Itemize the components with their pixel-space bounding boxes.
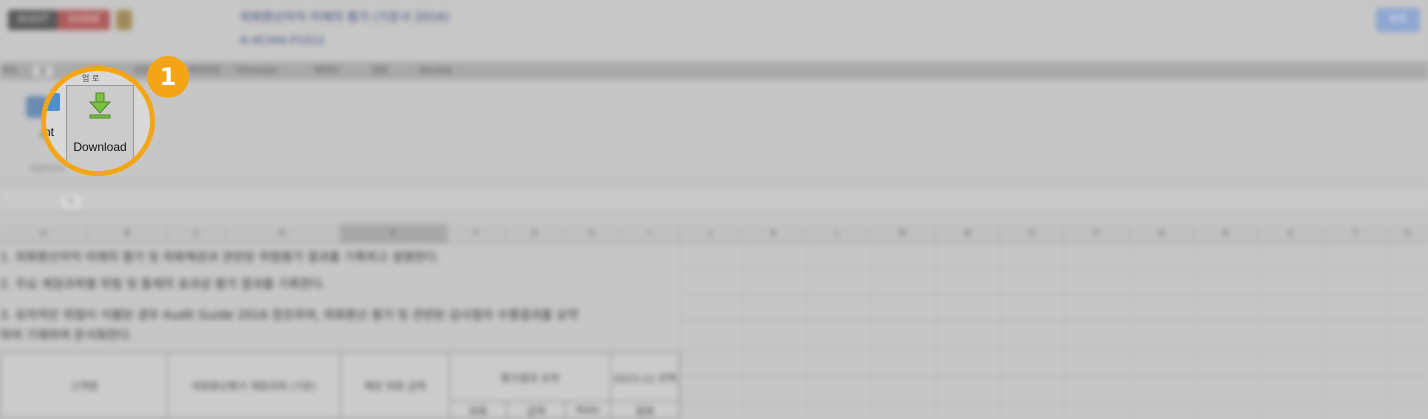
header-bar: AUDIT GUIDE 외화환산차익 미래의 평가 (기준서 2016) A-4… [0, 0, 1428, 60]
blurred-background: AUDIT GUIDE 외화환산차익 미래의 평가 (기준서 2016) A-4… [0, 0, 1428, 419]
table-header-summary[interactable]: 평가결과 요약 [449, 352, 611, 402]
col-header-e[interactable]: E [340, 224, 448, 244]
step-number-badge: 1 [147, 56, 189, 98]
share-button[interactable]: 공유 [1376, 8, 1420, 32]
instruction-line-3: 3. 유의적인 위험이 식별된 경우 Audit Guide 2016 참조하여… [0, 308, 579, 322]
download-button[interactable]: Download [66, 85, 134, 171]
callout-magnifier: 업 로 nt Download [41, 66, 155, 176]
table-subheader[interactable]: 외화 [449, 401, 507, 419]
col-header-u[interactable]: U [1388, 224, 1428, 244]
tab-review[interactable]: Review [420, 64, 452, 78]
table-subheader[interactable]: 원화 [610, 401, 680, 419]
grid-line [680, 268, 1428, 269]
document-title: 외화환산차익 미래의 평가 (기준서 2016) [240, 10, 450, 24]
grid-line [680, 376, 1428, 377]
col-header-f[interactable]: F [448, 224, 506, 244]
grid-line [1388, 244, 1389, 419]
grid-line [742, 244, 743, 419]
instruction-line-1: 1. 외화환산차익 미래의 평가 및 외화채권과 관련된 위험평가 결과를 기록… [0, 250, 440, 264]
instruction-line-4: 하여 기재하여 문서화한다. [0, 328, 133, 342]
table-subheader[interactable]: 금액 [506, 401, 566, 419]
ribbon-tab-bar: File 홈 삽입 레이아웃 Formulas 데이터 검토 Review [0, 62, 1428, 80]
col-header-s[interactable]: S [1258, 224, 1324, 244]
tab-layout[interactable]: 레이아웃 [188, 64, 221, 78]
col-header-l[interactable]: L [806, 224, 870, 244]
logo: AUDIT GUIDE [8, 10, 110, 30]
logo-text-right: GUIDE [58, 10, 110, 30]
grid-line [680, 294, 1428, 295]
col-header-c[interactable]: C [168, 224, 226, 244]
print-icon [46, 93, 60, 111]
grid-line [680, 320, 1428, 321]
tab-file[interactable]: File [2, 64, 17, 78]
ribbon-item-label: nt [44, 125, 55, 139]
tab-formulas[interactable]: Formulas [236, 64, 277, 78]
app-window: AUDIT GUIDE 외화환산차익 미래의 평가 (기준서 2016) A-4… [0, 0, 1428, 419]
grid-line [806, 244, 807, 419]
col-header-m[interactable]: M [870, 224, 936, 244]
grid-line [680, 244, 681, 419]
download-label: Download [73, 140, 127, 154]
col-header-i[interactable]: I [620, 224, 680, 244]
table-subheader[interactable]: Rate [565, 401, 611, 419]
grid-line [1130, 244, 1131, 419]
ribbon-body [0, 80, 1428, 180]
tab-data[interactable]: 데이터 [314, 64, 339, 78]
table-header-balance[interactable]: 2023.12 잔액 [610, 352, 680, 402]
instruction-line-2: 2. 주요 계정과목별 위험 및 통제의 효과성 평가 결과를 기록한다. [0, 277, 326, 291]
col-header-q[interactable]: Q [1130, 224, 1194, 244]
grid-line [870, 244, 871, 419]
grid-line [1064, 244, 1065, 419]
grid-line [1258, 244, 1259, 419]
col-header-t[interactable]: T [1324, 224, 1388, 244]
col-header-b[interactable]: B [88, 224, 168, 244]
table-header-account[interactable]: 외화환산평가 계정과목 (기준) [167, 352, 341, 419]
table-header-amount[interactable]: 해당 외화 금액 [340, 352, 450, 419]
logo-text-left: AUDIT [8, 10, 58, 30]
grid-line [1194, 244, 1195, 419]
fx-label: fx [62, 196, 80, 208]
lock-icon [116, 10, 132, 30]
grid-line [680, 404, 1428, 405]
col-header-o[interactable]: O [1000, 224, 1064, 244]
callout-top-fragment: 업 로 [82, 74, 100, 83]
col-header-a[interactable]: A [0, 224, 88, 244]
formula-bar[interactable] [0, 190, 1428, 212]
column-headers: A B C D E F G H I J K L M N O P Q R S T … [0, 224, 1428, 244]
download-icon [88, 92, 112, 119]
table-header-customer[interactable]: 고객명 [0, 352, 168, 419]
col-header-k[interactable]: K [742, 224, 806, 244]
tab-review-ko[interactable]: 검토 [372, 64, 389, 78]
sheet-grid[interactable]: 1. 외화환산차익 미래의 평가 및 외화채권과 관련된 위험평가 결과를 기록… [0, 244, 1428, 419]
grid-line [936, 244, 937, 419]
col-header-p[interactable]: P [1064, 224, 1130, 244]
callout-content: 업 로 nt Download [46, 71, 150, 171]
grid-line [1000, 244, 1001, 419]
col-header-r[interactable]: R [1194, 224, 1258, 244]
col-header-n[interactable]: N [936, 224, 1000, 244]
grid-line [1324, 244, 1325, 419]
col-header-h[interactable]: H [564, 224, 620, 244]
grid-line [680, 348, 1428, 349]
col-header-d[interactable]: D [226, 224, 340, 244]
col-header-g[interactable]: G [506, 224, 564, 244]
document-subtitle: A-45344-P1012 [240, 34, 325, 47]
col-header-j[interactable]: J [680, 224, 742, 244]
